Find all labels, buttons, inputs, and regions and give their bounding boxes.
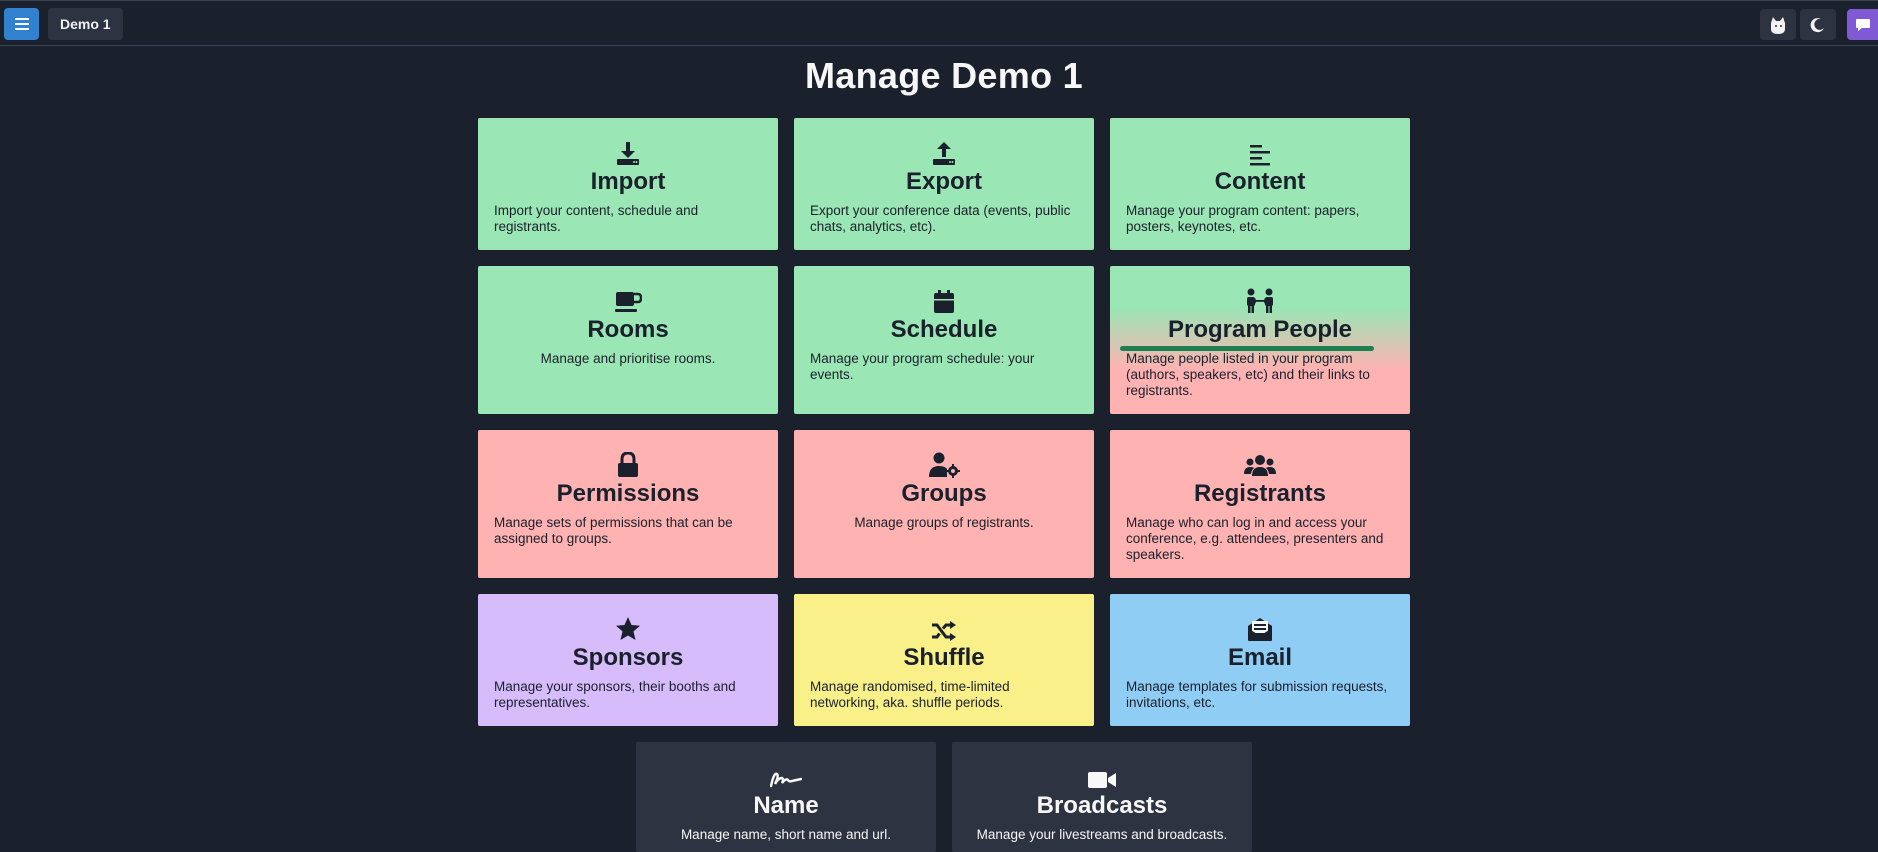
program-people-title: Program People — [1167, 316, 1353, 343]
import-desc: Import your content, schedule and regist… — [494, 203, 699, 234]
content-title: Content — [1214, 168, 1306, 195]
email-card[interactable]: Email Manage templates for submission re… — [1110, 594, 1410, 726]
email-title: Email — [1227, 644, 1293, 671]
groups-title: Groups — [901, 480, 987, 507]
shuffle-desc: Manage randomised, time-limited networki… — [810, 679, 1010, 710]
program-people-card[interactable]: Program People Manage people listed in y… — [1110, 266, 1410, 414]
export-desc: Export your conference data (events, pub… — [810, 203, 1071, 234]
theme-toggle-button[interactable] — [1800, 9, 1836, 40]
name-card[interactable]: Name Manage name, short name and url. — [636, 742, 936, 852]
coffee-cup-icon — [494, 266, 762, 314]
sponsors-title: Sponsors — [572, 644, 684, 671]
registrants-card[interactable]: Registrants Manage who can log in and ac… — [1110, 430, 1410, 578]
calendar-icon — [810, 266, 1078, 314]
chat-button[interactable] — [1847, 9, 1878, 40]
broadcasts-title: Broadcasts — [1036, 792, 1168, 819]
registrants-title: Registrants — [1193, 480, 1327, 507]
broadcasts-card[interactable]: Broadcasts Manage your livestreams and b… — [952, 742, 1252, 852]
sponsors-card[interactable]: Sponsors Manage your sponsors, their boo… — [478, 594, 778, 726]
schedule-title: Schedule — [890, 316, 998, 343]
lock-icon — [494, 430, 762, 478]
download-icon — [494, 118, 762, 166]
shuffle-icon — [810, 594, 1078, 642]
menu-button[interactable] — [4, 8, 39, 40]
envelope-open-text-icon — [1126, 594, 1394, 642]
page-title: Manage Demo 1 — [805, 55, 1083, 96]
users-icon — [1126, 430, 1394, 478]
rooms-title: Rooms — [587, 316, 669, 343]
hamburger-icon — [14, 18, 29, 30]
export-title: Export — [905, 168, 982, 195]
cat-icon — [1771, 16, 1785, 34]
profile-button[interactable] — [1760, 9, 1796, 40]
rooms-desc: Manage and prioritise rooms. — [540, 351, 716, 366]
moon-icon — [1810, 17, 1824, 32]
rooms-card[interactable]: Rooms Manage and prioritise rooms. — [478, 266, 778, 414]
email-desc: Manage templates for submission requests… — [1126, 679, 1388, 710]
shuffle-title: Shuffle — [903, 644, 985, 671]
active-underline — [1120, 346, 1374, 351]
align-left-icon — [1126, 118, 1394, 166]
name-title: Name — [753, 792, 819, 819]
broadcasts-desc: Manage your livestreams and broadcasts. — [976, 827, 1228, 842]
import-title: Import — [590, 168, 666, 195]
permissions-title: Permissions — [556, 480, 700, 507]
program-people-desc: Manage people listed in your program (au… — [1126, 351, 1370, 398]
people-arrows-icon — [1126, 266, 1394, 314]
signature-icon — [652, 742, 920, 790]
groups-desc: Manage groups of registrants. — [854, 515, 1034, 530]
groups-card[interactable]: Groups Manage groups of registrants. — [794, 430, 1094, 578]
upload-icon — [810, 118, 1078, 166]
conference-name-button[interactable]: Demo 1 — [48, 8, 123, 40]
top-bar: Demo 1 — [0, 0, 1878, 46]
permissions-card[interactable]: Permissions Manage sets of permissions t… — [478, 430, 778, 578]
sponsors-desc: Manage your sponsors, their booths and r… — [494, 679, 736, 710]
registrants-desc: Manage who can log in and access your co… — [1126, 515, 1384, 562]
export-card[interactable]: Export Export your conference data (even… — [794, 118, 1094, 250]
schedule-card[interactable]: Schedule Manage your program schedule: y… — [794, 266, 1094, 414]
name-desc: Manage name, short name and url. — [680, 827, 892, 842]
shuffle-card[interactable]: Shuffle Manage randomised, time-limited … — [794, 594, 1094, 726]
import-card[interactable]: Import Import your content, schedule and… — [478, 118, 778, 250]
chat-bubble-icon — [1855, 18, 1870, 31]
user-cog-icon — [810, 430, 1078, 478]
content-card[interactable]: Content Manage your program content: pap… — [1110, 118, 1410, 250]
permissions-desc: Manage sets of permissions that can be a… — [494, 515, 733, 546]
star-icon — [494, 594, 762, 642]
content-desc: Manage your program content: papers, pos… — [1126, 203, 1360, 234]
video-camera-icon — [968, 742, 1236, 790]
schedule-desc: Manage your program schedule: your event… — [810, 351, 1035, 382]
conference-name-label: Demo 1 — [60, 16, 111, 32]
